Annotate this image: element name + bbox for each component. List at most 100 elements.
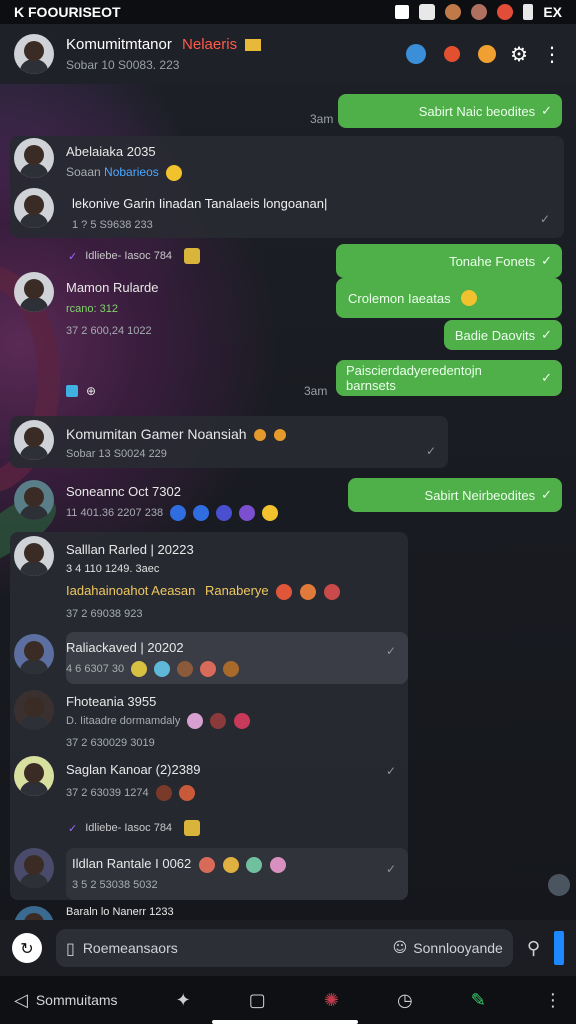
message-meta: 37 2 630029 3019 bbox=[66, 737, 155, 749]
reaction-icon[interactable] bbox=[239, 505, 256, 521]
home-indicator[interactable] bbox=[212, 1020, 358, 1024]
edit-icon[interactable]: ✎ bbox=[471, 990, 486, 1011]
group-avatar[interactable] bbox=[14, 34, 54, 74]
outgoing-message[interactable]: Sabirt Naic beodites ✓ bbox=[338, 94, 562, 128]
sent-check-icon: ✓ bbox=[539, 212, 550, 226]
sender-name: Raliackaved | 20202 bbox=[66, 640, 184, 655]
crown-icon bbox=[184, 820, 201, 836]
reaction-row[interactable]: ⊕ bbox=[66, 384, 96, 398]
reaction-icon[interactable] bbox=[155, 785, 172, 801]
reaction-icon[interactable] bbox=[193, 505, 210, 521]
chat-header[interactable]: Komumitmtanor Nelaeris Sobar 10 S0083. 2… bbox=[0, 24, 576, 84]
outgoing-message[interactable]: Paiscierdadyeredentojn barnsets ✓ bbox=[336, 360, 562, 396]
message-text: Badie Daovits bbox=[454, 327, 536, 343]
message-input[interactable]: ▯ Roemeansaors ☺ Sonnlooyande bbox=[56, 929, 513, 967]
back-icon[interactable]: ◁ bbox=[14, 990, 28, 1011]
chat-subtitle: Sobar 10 S0083. 223 bbox=[66, 58, 180, 72]
status-left-text: K FOOURISEOT bbox=[14, 4, 121, 20]
sender-name: Saglan Kanoar (2)2389 bbox=[66, 762, 201, 777]
wifi-icon bbox=[395, 5, 410, 19]
message-meta: 11 401.36 2207 238 bbox=[66, 506, 164, 519]
reaction-icon[interactable] bbox=[210, 713, 227, 729]
reaction-icon[interactable] bbox=[223, 661, 240, 677]
read-check-icon: ✓ bbox=[541, 487, 552, 503]
reaction-icon[interactable] bbox=[222, 856, 239, 873]
sender-name: Komumitan Gamer Noansiah bbox=[66, 426, 247, 442]
sender-status: Soaan bbox=[66, 165, 101, 180]
reaction-icon[interactable] bbox=[216, 505, 233, 521]
message-list[interactable]: Sabirt Naic beodites ✓ 3am Abelaiaka 203… bbox=[0, 84, 576, 920]
message-meta: 1 ? 5 S9638 233 bbox=[72, 219, 153, 231]
sender-avatar[interactable] bbox=[14, 420, 54, 460]
sender-avatar[interactable] bbox=[14, 480, 54, 520]
sender-avatar[interactable] bbox=[14, 536, 54, 576]
reaction-icon[interactable] bbox=[178, 785, 195, 801]
reaction-icon[interactable] bbox=[200, 661, 217, 677]
emoji-icon[interactable] bbox=[406, 44, 427, 64]
status-bar: K FOOURISEOT EX bbox=[0, 0, 576, 24]
reaction-icon[interactable] bbox=[177, 661, 194, 677]
more-options-icon[interactable]: ⋮ bbox=[542, 42, 562, 66]
sender-role-link[interactable]: Nobarieos bbox=[104, 165, 159, 179]
mode-selector[interactable]: ☺ Sonnlooyande bbox=[393, 940, 503, 956]
sender-avatar[interactable] bbox=[14, 848, 54, 888]
home-icon[interactable]: ▢ bbox=[249, 990, 266, 1011]
app-icon bbox=[471, 4, 488, 20]
reaction-icon bbox=[276, 583, 293, 600]
scroll-down-button[interactable] bbox=[548, 874, 570, 896]
reaction-icon[interactable]: ⊕ bbox=[86, 384, 96, 398]
message-text: Sabirt Naic beodites bbox=[418, 103, 536, 119]
emoji-icon[interactable] bbox=[478, 45, 497, 63]
emoji-icon bbox=[274, 429, 287, 442]
message-meta: 37 2 600,24 1022 bbox=[66, 325, 152, 337]
reaction-icon[interactable] bbox=[269, 856, 286, 873]
clock-icon[interactable]: ◷ bbox=[397, 990, 413, 1011]
reaction-icon[interactable] bbox=[233, 713, 250, 729]
sender-avatar[interactable] bbox=[14, 690, 54, 730]
emoji-icon[interactable] bbox=[444, 46, 461, 62]
sender-avatar[interactable] bbox=[14, 906, 54, 920]
outgoing-message[interactable]: Crolemon Iaeatas bbox=[336, 278, 562, 318]
read-check-icon: ✓ bbox=[541, 103, 552, 119]
outgoing-message[interactable]: Badie Daovits ✓ bbox=[444, 320, 562, 350]
message-link[interactable]: Ranaberye bbox=[205, 583, 269, 598]
more-icon[interactable]: ⋮ bbox=[544, 990, 562, 1011]
mode-label: Sonnlooyande bbox=[413, 940, 503, 956]
settings-gear-icon[interactable]: ⚙ bbox=[510, 42, 528, 66]
message-text: lekonive Garin Iinadan Tanalaeis longoan… bbox=[72, 196, 328, 211]
reaction-icon[interactable] bbox=[246, 856, 263, 873]
sender-avatar[interactable] bbox=[14, 188, 54, 228]
alert-icon bbox=[497, 4, 514, 20]
system-notice: ✓ Idliebe- Iasoc 784 bbox=[68, 248, 201, 264]
outgoing-message[interactable]: Sabirt Neirbeodites ✓ bbox=[348, 478, 562, 512]
link-icon[interactable]: ⚲ bbox=[527, 938, 540, 959]
reaction-icon[interactable] bbox=[187, 713, 204, 729]
emoji-icon bbox=[254, 429, 267, 442]
sender-avatar[interactable] bbox=[14, 138, 54, 178]
reaction-icon[interactable] bbox=[170, 505, 187, 521]
sent-check-icon: ✓ bbox=[385, 764, 396, 778]
attachment-icon[interactable]: ▯ bbox=[66, 939, 75, 958]
reaction-icon[interactable] bbox=[198, 856, 215, 873]
battery-icon bbox=[523, 4, 534, 20]
reaction-icon[interactable] bbox=[131, 661, 148, 677]
read-check-icon: ✓ bbox=[541, 327, 552, 343]
sender-avatar[interactable] bbox=[14, 272, 54, 312]
sparkle-icon[interactable]: ✦ bbox=[176, 990, 191, 1011]
send-button[interactable] bbox=[554, 931, 564, 965]
outgoing-message[interactable]: Tonahe Fonets ✓ bbox=[336, 244, 562, 278]
message-text: Crolemon Iaeatas bbox=[348, 290, 451, 306]
sender-name: Abelaiaka 2035 bbox=[66, 144, 156, 159]
sender-avatar[interactable] bbox=[14, 634, 54, 674]
refresh-icon[interactable]: ↻ bbox=[12, 933, 42, 963]
reaction-icon[interactable] bbox=[262, 505, 279, 521]
crown-icon bbox=[184, 248, 201, 264]
sender-avatar[interactable] bbox=[14, 756, 54, 796]
app-icon[interactable]: ✺ bbox=[324, 990, 339, 1011]
reaction-icon[interactable] bbox=[154, 661, 171, 677]
sender-status: 3 4 110 1249. 3aec bbox=[66, 563, 160, 575]
reaction-icon[interactable] bbox=[66, 385, 78, 397]
verified-icon: ✓ bbox=[68, 821, 78, 835]
message-text: Tonahe Fonets bbox=[449, 253, 536, 269]
reaction-icon bbox=[299, 583, 316, 600]
